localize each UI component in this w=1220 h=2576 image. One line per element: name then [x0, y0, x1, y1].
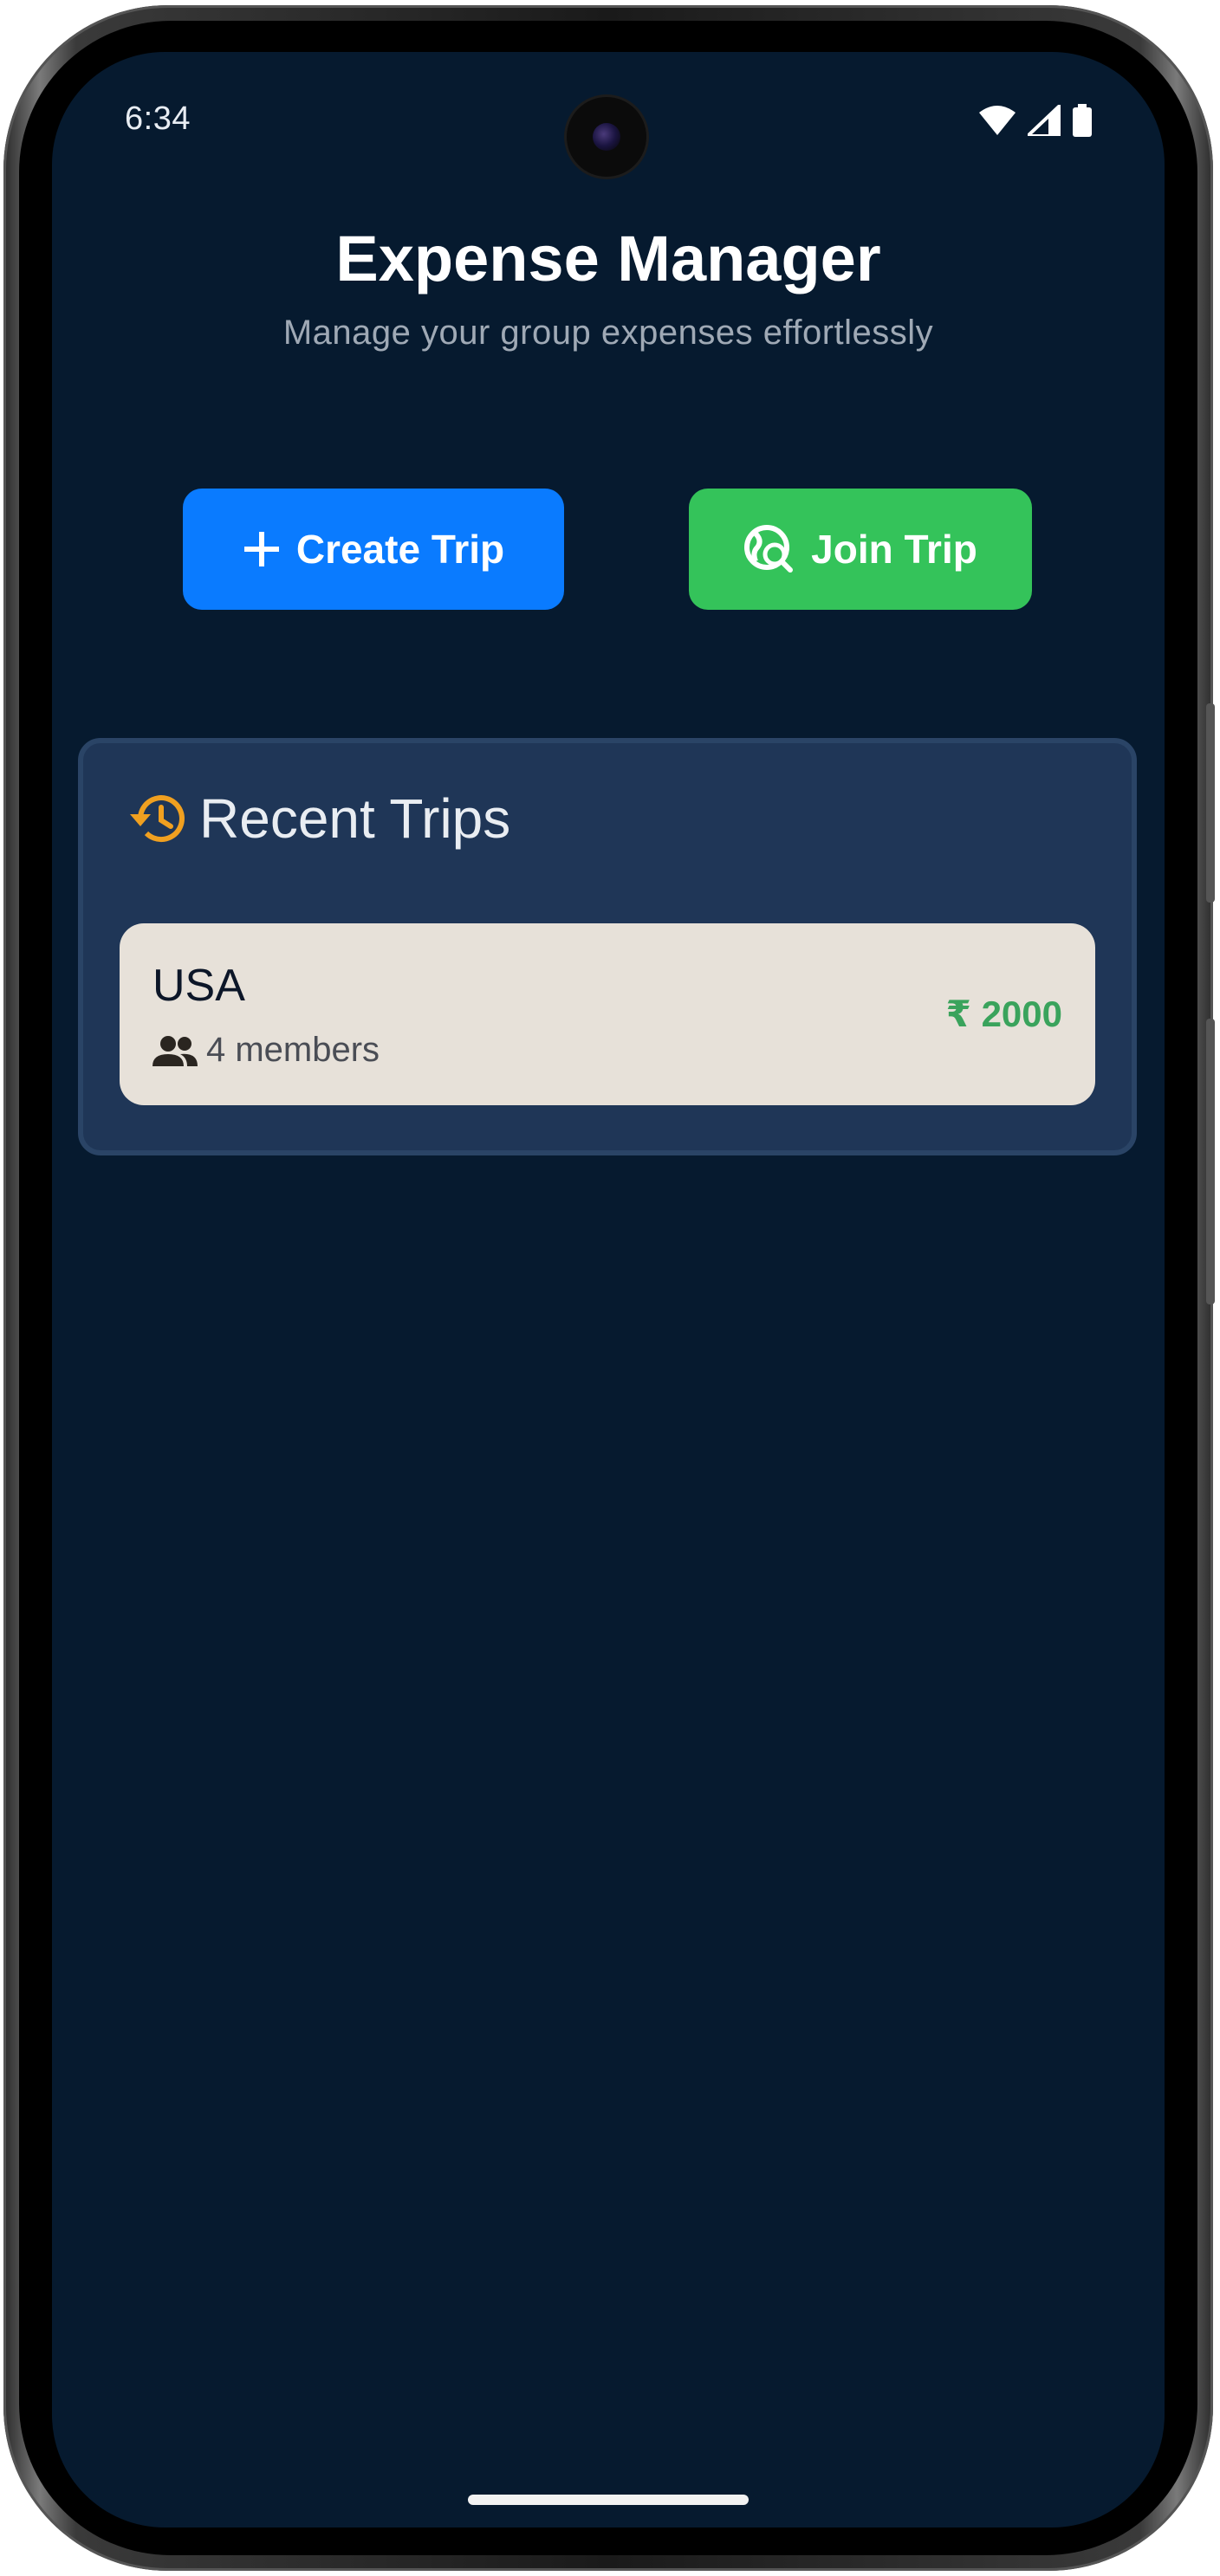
front-camera — [567, 97, 646, 177]
plus-icon — [243, 530, 281, 568]
volume-button — [1206, 703, 1215, 903]
wifi-icon — [979, 106, 1016, 135]
battery-icon — [1073, 104, 1092, 137]
join-trip-label: Join Trip — [811, 527, 977, 572]
travel-explore-icon — [743, 523, 795, 575]
recent-trips-panel: Recent Trips USA 4 members ₹ 2000 — [78, 738, 1137, 1155]
app-screen: 6:34 Expense Manager Manage your group e… — [52, 52, 1165, 2527]
page-title: Expense Manager — [335, 223, 881, 294]
power-button — [1206, 1019, 1215, 1304]
trip-card[interactable]: USA 4 members ₹ 2000 — [120, 923, 1095, 1105]
group-icon — [152, 1035, 198, 1066]
page-subtitle: Manage your group expenses effortlessly — [282, 314, 934, 352]
status-time: 6:34 — [125, 100, 191, 137]
recent-trips-title: Recent Trips — [199, 787, 511, 850]
create-trip-label: Create Trip — [295, 527, 505, 572]
trip-name: USA — [152, 961, 245, 1011]
signal-icon — [1028, 105, 1061, 136]
home-indicator[interactable] — [468, 2495, 749, 2505]
create-trip-button[interactable]: Create Trip — [183, 489, 564, 610]
trip-amount: ₹ 2000 — [945, 994, 1062, 1034]
trip-members-count: 4 members — [206, 1031, 380, 1069]
status-icons — [979, 104, 1092, 137]
recent-trips-header: Recent Trips — [123, 786, 510, 851]
trip-members-row: 4 members — [152, 1031, 380, 1070]
join-trip-button[interactable]: Join Trip — [689, 489, 1032, 610]
history-icon — [130, 795, 185, 843]
